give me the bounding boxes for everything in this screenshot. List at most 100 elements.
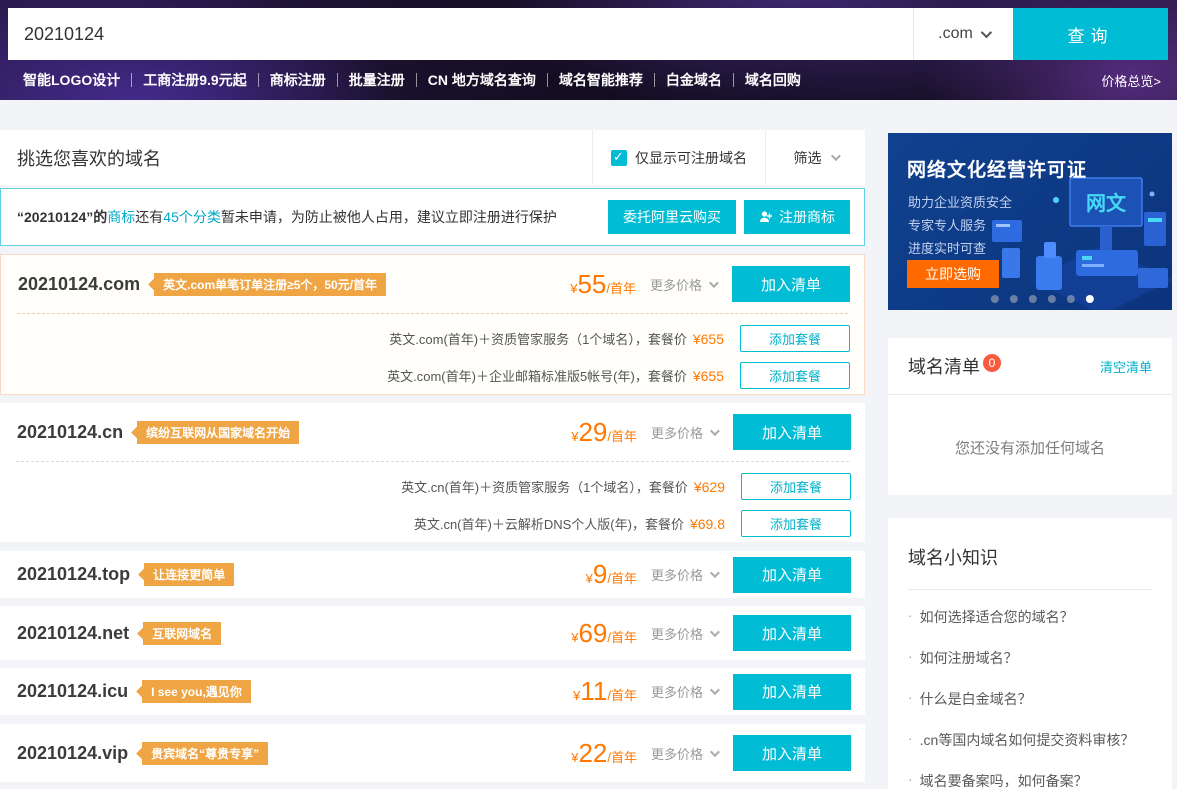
promo-banner[interactable]: 网文 网络文化经营许可证 助力企业资质安全 专家专人服务 进度实时可查 立即选购 bbox=[888, 133, 1172, 310]
add-to-cart-button[interactable]: 加入清单 bbox=[733, 414, 851, 450]
domain-block-cn: 20210124.cn 缤纷互联网从国家域名开始 ¥29/首年 更多价格 加入清… bbox=[0, 403, 865, 542]
domain-row: 20210124.com 英文.com单笔订单注册≥5个，50元/首年 ¥55/… bbox=[1, 255, 864, 313]
domain-cart-panel: 域名清单 0 清空清单 您还没有添加任何域名 bbox=[888, 338, 1172, 495]
carousel-dot[interactable] bbox=[1067, 295, 1075, 303]
package-description: 英文.cn(首年)＋资质管家服务（1个域名），套餐价 bbox=[401, 477, 688, 496]
only-available-toggle[interactable]: 仅显示可注册域名 bbox=[592, 130, 765, 185]
more-price-dropdown[interactable]: 更多价格 bbox=[651, 682, 717, 701]
carousel-dot[interactable] bbox=[991, 295, 999, 303]
price: ¥9/首年 bbox=[586, 559, 637, 590]
add-package-button[interactable]: 添加套餐 bbox=[740, 325, 850, 352]
domain-name: 20210124.cn bbox=[17, 422, 123, 443]
currency-symbol: ¥ bbox=[586, 571, 593, 586]
chevron-down-icon bbox=[830, 151, 840, 161]
add-package-button[interactable]: 添加套餐 bbox=[741, 510, 851, 537]
tips-link-label: 如何选择适合您的域名？ bbox=[920, 607, 1074, 627]
promo-badge: 缤纷互联网从国家域名开始 bbox=[137, 421, 299, 444]
more-price-dropdown[interactable]: 更多价格 bbox=[650, 275, 716, 294]
package-description: 英文.cn(首年)＋云解析DNS个人版(年)，套餐价 bbox=[414, 514, 684, 533]
trademark-link[interactable]: 商标 bbox=[107, 209, 135, 225]
search-input[interactable] bbox=[8, 8, 913, 60]
add-to-cart-button[interactable]: 加入清单 bbox=[733, 674, 851, 710]
nav-item-cn-local-query[interactable]: CN 地方域名查询 bbox=[417, 70, 547, 90]
price-overview-link[interactable]: 价格总览> bbox=[1101, 71, 1165, 90]
nav-item-logo-design[interactable]: 智能LOGO设计 bbox=[12, 70, 131, 90]
price: ¥55/首年 bbox=[570, 269, 636, 300]
domain-name: 20210124.vip bbox=[17, 743, 128, 764]
price-value: 11 bbox=[580, 676, 607, 706]
tld-select[interactable]: .com bbox=[913, 8, 1013, 60]
more-price-label: 更多价格 bbox=[651, 682, 703, 701]
search-button[interactable]: 查询 bbox=[1013, 8, 1168, 60]
chevron-down-icon bbox=[710, 685, 720, 695]
add-to-cart-button[interactable]: 加入清单 bbox=[733, 557, 851, 593]
register-trademark-button[interactable]: 注册商标 bbox=[744, 200, 850, 234]
dashed-divider bbox=[16, 461, 849, 462]
filter-dropdown[interactable]: 筛选 bbox=[765, 130, 865, 185]
notice-query-text: “20210124”的 bbox=[17, 209, 107, 225]
price-unit: /首年 bbox=[606, 281, 636, 296]
banner-title: 网络文化经营许可证 bbox=[907, 155, 1087, 182]
tips-link[interactable]: ·什么是白金域名？ bbox=[908, 689, 1152, 709]
package-row: 英文.com(首年)＋资质管家服务（1个域名），套餐价 ¥655 添加套餐 bbox=[1, 320, 864, 357]
carousel-dot[interactable] bbox=[1010, 295, 1018, 303]
chevron-down-icon bbox=[709, 278, 719, 288]
more-price-label: 更多价格 bbox=[651, 423, 703, 442]
nav-item-platinum-domain[interactable]: 白金域名 bbox=[655, 70, 733, 90]
carousel-dots bbox=[991, 295, 1094, 303]
banner-cta-button[interactable]: 立即选购 bbox=[907, 260, 999, 288]
add-package-button[interactable]: 添加套餐 bbox=[741, 473, 851, 500]
more-price-dropdown[interactable]: 更多价格 bbox=[651, 565, 717, 584]
domain-name: 20210124.top bbox=[17, 564, 130, 585]
banner-line: 助力企业资质安全 bbox=[908, 191, 1012, 214]
tips-link[interactable]: ·如何注册域名？ bbox=[908, 648, 1152, 668]
price-unit: /首年 bbox=[607, 630, 637, 645]
only-available-label: 仅显示可注册域名 bbox=[635, 148, 747, 168]
notice-mid-text: 还有 bbox=[135, 209, 163, 225]
nav-item-smart-recommend[interactable]: 域名智能推荐 bbox=[548, 70, 654, 90]
list-header-controls: 仅显示可注册域名 筛选 bbox=[592, 130, 865, 185]
domain-row-net: 20210124.net 互联网域名 ¥69/首年 更多价格 加入清单 bbox=[0, 606, 865, 660]
price-unit: /首年 bbox=[607, 429, 637, 444]
filter-label: 筛选 bbox=[794, 148, 822, 168]
chevron-down-icon bbox=[710, 627, 720, 637]
bullet-icon: · bbox=[908, 689, 913, 706]
trademark-notice-text: “20210124”的商标还有45个分类暂未申请，为防止被他人占用，建议立即注册… bbox=[17, 207, 557, 227]
buy-via-aliyun-button[interactable]: 委托阿里云购买 bbox=[608, 200, 736, 234]
carousel-dot[interactable] bbox=[1048, 295, 1056, 303]
price-unit: /首年 bbox=[607, 750, 637, 765]
add-to-cart-button[interactable]: 加入清单 bbox=[733, 615, 851, 651]
more-price-dropdown[interactable]: 更多价格 bbox=[651, 744, 717, 763]
clear-cart-link[interactable]: 清空清单 bbox=[1100, 357, 1152, 376]
price-value: 55 bbox=[577, 269, 606, 299]
banner-line: 进度实时可查 bbox=[908, 237, 1012, 260]
tld-selected-value: .com bbox=[938, 25, 973, 43]
nav-item-business-reg[interactable]: 工商注册9.9元起 bbox=[132, 70, 257, 90]
chevron-down-icon bbox=[710, 568, 720, 578]
more-price-dropdown[interactable]: 更多价格 bbox=[651, 624, 717, 643]
carousel-dot[interactable] bbox=[1029, 295, 1037, 303]
package-price: ¥629 bbox=[694, 479, 725, 495]
classes-link[interactable]: 45个分类 bbox=[163, 209, 221, 225]
nav-item-domain-buyback[interactable]: 域名回购 bbox=[734, 70, 812, 90]
nav-item-batch-reg[interactable]: 批量注册 bbox=[338, 70, 416, 90]
add-to-cart-button[interactable]: 加入清单 bbox=[733, 735, 851, 771]
carousel-dot-active[interactable] bbox=[1086, 295, 1094, 303]
more-price-dropdown[interactable]: 更多价格 bbox=[651, 423, 717, 442]
cart-count-badge: 0 bbox=[983, 354, 1001, 372]
add-to-cart-button[interactable]: 加入清单 bbox=[732, 266, 850, 302]
package-description: 英文.com(首年)＋企业邮箱标准版5帐号(年)，套餐价 bbox=[387, 366, 687, 385]
package-row: 英文.com(首年)＋企业邮箱标准版5帐号(年)，套餐价 ¥655 添加套餐 bbox=[1, 357, 864, 394]
tips-link[interactable]: ·.cn等国内域名如何提交资料审核？ bbox=[908, 730, 1152, 750]
checked-checkbox-icon[interactable] bbox=[611, 150, 627, 166]
price: ¥29/首年 bbox=[571, 417, 637, 448]
tips-link[interactable]: ·如何选择适合您的域名？ bbox=[908, 607, 1152, 627]
register-trademark-label: 注册商标 bbox=[779, 207, 835, 227]
more-price-label: 更多价格 bbox=[650, 275, 702, 294]
add-package-button[interactable]: 添加套餐 bbox=[740, 362, 850, 389]
tips-link-label: .cn等国内域名如何提交资料审核？ bbox=[920, 730, 1135, 750]
nav-item-trademark-reg[interactable]: 商标注册 bbox=[259, 70, 337, 90]
domain-search-bar: .com 查询 bbox=[8, 8, 1168, 60]
tips-link[interactable]: ·域名要备案吗，如何备案？ bbox=[908, 771, 1152, 789]
package-price: ¥69.8 bbox=[690, 516, 725, 532]
